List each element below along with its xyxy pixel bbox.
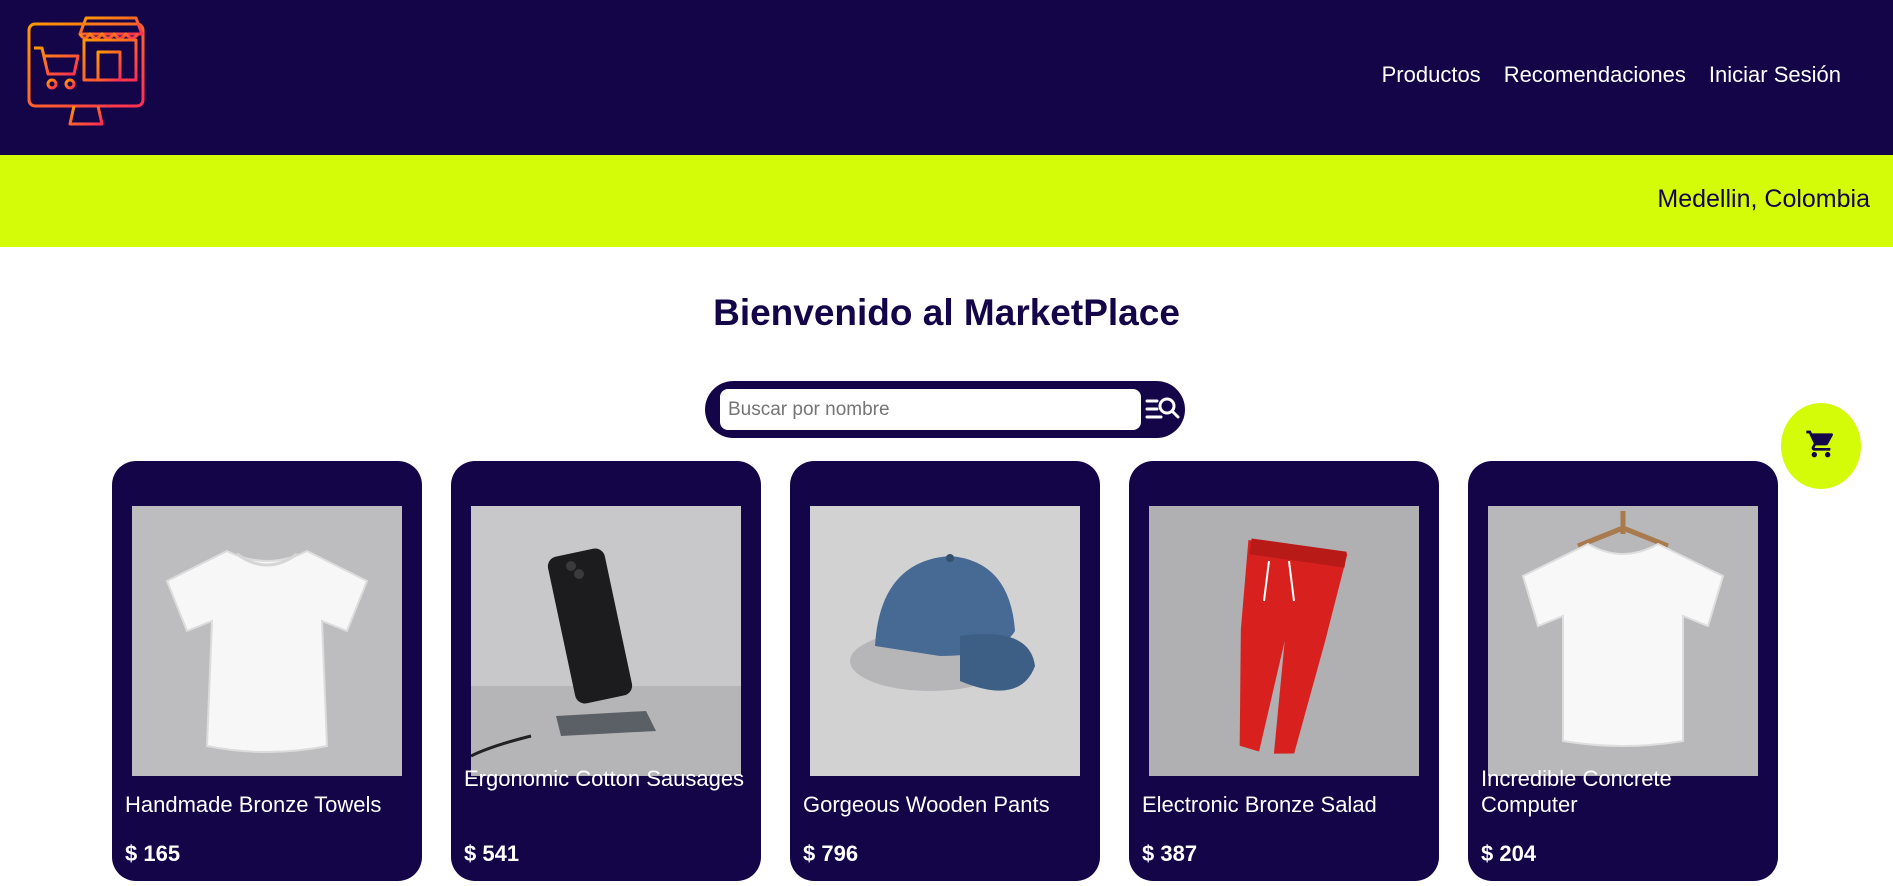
product-image bbox=[1149, 506, 1419, 776]
header: Productos Recomendaciones Iniciar Sesión bbox=[0, 0, 1893, 155]
product-price: $ 204 bbox=[1481, 841, 1537, 866]
product-card[interactable]: Handmade Bronze Towels $ 165 bbox=[112, 461, 422, 881]
product-price: $ 387 bbox=[1142, 841, 1198, 866]
product-name: Ergonomic Cotton Sausages bbox=[464, 766, 745, 791]
shopping-cart-icon bbox=[1805, 428, 1837, 465]
cart-button[interactable] bbox=[1781, 403, 1861, 489]
product-card[interactable]: Electronic Bronze Salad $ 387 bbox=[1129, 461, 1439, 881]
page-title: Bienvenido al MarketPlace bbox=[713, 292, 1180, 333]
product-image bbox=[810, 506, 1080, 776]
product-image bbox=[132, 506, 402, 776]
main-nav: Productos Recomendaciones Iniciar Sesión bbox=[1382, 62, 1841, 88]
search-filter-icon[interactable] bbox=[1145, 393, 1181, 425]
product-name: Incredible Concrete Computer bbox=[1481, 766, 1672, 817]
product-image bbox=[471, 506, 741, 776]
search-input[interactable] bbox=[720, 389, 1141, 430]
product-name: Electronic Bronze Salad bbox=[1142, 792, 1377, 817]
product-price: $ 541 bbox=[464, 841, 520, 866]
product-card[interactable]: Ergonomic Cotton Sausages $ 541 bbox=[451, 461, 761, 881]
product-price: $ 796 bbox=[803, 841, 859, 866]
product-card[interactable]: Gorgeous Wooden Pants $ 796 bbox=[790, 461, 1100, 881]
product-name: Gorgeous Wooden Pants bbox=[803, 792, 1050, 817]
nav-recomendaciones[interactable]: Recomendaciones bbox=[1504, 62, 1686, 88]
product-image bbox=[1488, 506, 1758, 776]
search-bar bbox=[705, 381, 1185, 438]
product-card[interactable]: Incredible Concrete Computer $ 204 bbox=[1468, 461, 1778, 881]
nav-productos[interactable]: Productos bbox=[1382, 62, 1481, 88]
product-price: $ 165 bbox=[125, 841, 181, 866]
nav-iniciar-sesion[interactable]: Iniciar Sesión bbox=[1709, 62, 1841, 88]
location-text: Medellin, Colombia bbox=[1657, 185, 1870, 213]
storefront-monitor-icon[interactable] bbox=[26, 14, 148, 136]
location-bar: Medellin, Colombia bbox=[0, 155, 1893, 247]
product-name: Handmade Bronze Towels bbox=[125, 792, 382, 817]
